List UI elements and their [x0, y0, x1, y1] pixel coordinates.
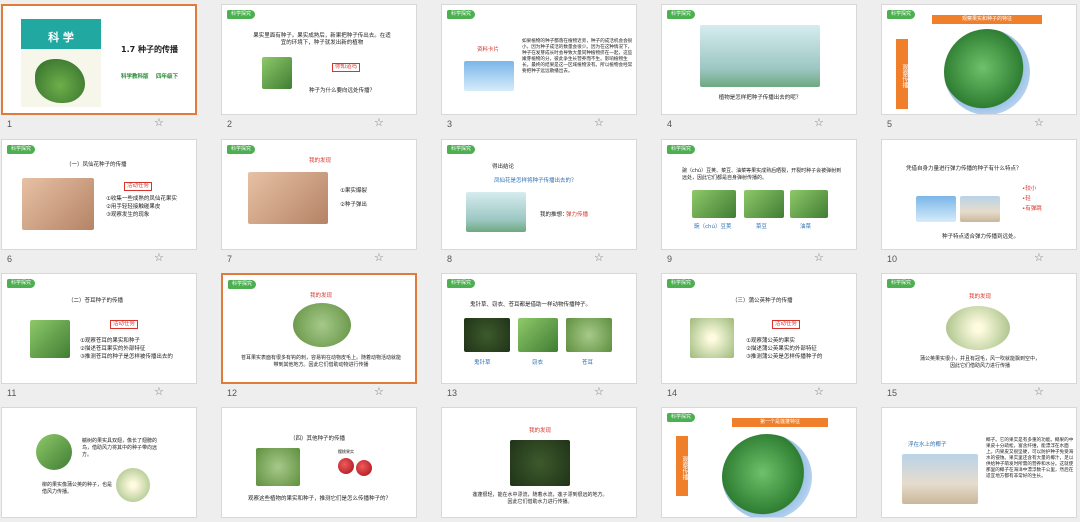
- cocklebur-image-2: [566, 318, 612, 352]
- slide-title: 1.7 种子的传播: [121, 45, 178, 54]
- slide-18[interactable]: 我的发现 莲蓬很轻，能在水中漂流，随着水流，莲子漂到很远的地方。因此它们借助水力…: [441, 407, 637, 518]
- rapeseed-image: [790, 190, 828, 218]
- willow-image: [116, 468, 150, 502]
- slide-12[interactable]: 科学探究 我的发现 苍耳果实表面有很多有钩的刺，容易钩在动物皮毛上。随着动物活动…: [221, 273, 417, 384]
- pea-image: [692, 190, 736, 218]
- lotus-pod-image: [510, 440, 570, 486]
- slide-3[interactable]: 科学探究 资料卡片 如果植物的种子都落在植物近旁，种子的成活机会会很小，因为种子…: [441, 4, 637, 115]
- star-icon[interactable]: ☆: [154, 385, 164, 398]
- dandelion-head-image: [946, 306, 1010, 350]
- star-icon[interactable]: ☆: [814, 251, 824, 264]
- hedge-parsley-image: [518, 318, 558, 352]
- slide-15[interactable]: 科学探究 我的发现 蒲公英果实很小，并且有冠毛，风一吹就能飘到空中，因此它们借助…: [881, 273, 1077, 384]
- seeds-image: [916, 196, 956, 222]
- coconut-image: [902, 454, 978, 504]
- cherry-image: [338, 458, 354, 474]
- bean-image: [744, 190, 784, 218]
- slide-14[interactable]: 科学探究 （三）蒲公英种子的传播 活动任务 ①观察蒲公英的果实 ②描述蒲公英果实…: [661, 273, 857, 384]
- fruit-image: [256, 448, 300, 486]
- section-tag: 科学探究: [227, 10, 256, 19]
- star-icon[interactable]: ☆: [814, 116, 824, 129]
- slide-20[interactable]: 浮在水上的椰子 椰子。它的果实是有多重的功能。椰果的中果皮十分疏松，富含纤维，能…: [881, 407, 1077, 518]
- star-icon[interactable]: ☆: [814, 385, 824, 398]
- slide-7[interactable]: 科学探究 我的发现 ①果实爆裂 ②种子弹出: [221, 139, 417, 250]
- star-icon[interactable]: ☆: [1034, 116, 1044, 129]
- slide-16[interactable]: 槭树的果实具双翅，像长了翅膀的鸟，借助风力将其中的种子带向远方。 柳的果实像蒲公…: [1, 407, 197, 518]
- star-icon[interactable]: ☆: [594, 385, 604, 398]
- slide-10[interactable]: 凭借自身力量进行弹力传播的种子有什么特点？ •较小 •轻 •有弹跳 种子特点适合…: [881, 139, 1077, 250]
- slide-8[interactable]: 科学探究 得出结论 凤仙花是怎样将种子传播出去的？ 我的推想： 弹力传播: [441, 139, 637, 250]
- star-icon[interactable]: ☆: [594, 251, 604, 264]
- slide-1[interactable]: 科 学 1.7 种子的传播 科学教科版 四年级下: [1, 4, 197, 115]
- slide-11[interactable]: 科学探究 （二）苍耳种子的传播 活动任务 ①观察苍耳的果实和种子 ②描述苍耳果实…: [1, 273, 197, 384]
- star-icon[interactable]: ☆: [374, 116, 384, 129]
- cocklebur-image: [30, 320, 70, 358]
- globe-image: [944, 29, 1030, 114]
- finger-image: [22, 178, 94, 230]
- star-icon[interactable]: ☆: [1034, 385, 1044, 398]
- slide-2[interactable]: 科学探究 果实里面有种子。果实成熟后，新果把种子传出去。在适宜的环境下，种子就发…: [221, 4, 417, 115]
- slide-19[interactable]: 科学探究 第一个是莲蓬特征 观察传播: [661, 407, 857, 518]
- plant-image: [35, 59, 85, 103]
- slide-number: 1: [7, 119, 13, 129]
- dandelion-image: [690, 318, 734, 358]
- seeds-in-air-image: [700, 25, 820, 87]
- spiky-fruit-image: [293, 303, 351, 347]
- slide-17[interactable]: （四）其他种子的传播 樱桃果实 观察这些植物的果实和种子，推测它们是怎么传播种子…: [221, 407, 417, 518]
- slide-6[interactable]: 科学探究 （一）凤仙花种子的传播 活动任务 ①收集一些成熟的凤仙花果实 ②用手轻…: [1, 139, 197, 250]
- seed-image: [262, 57, 292, 89]
- cherry-image-2: [356, 460, 372, 476]
- globe-image: [722, 434, 812, 517]
- star-icon[interactable]: ☆: [374, 251, 384, 264]
- maple-image: [36, 434, 72, 470]
- pods-image: [960, 196, 1000, 222]
- star-icon[interactable]: ☆: [1034, 251, 1044, 264]
- slide-5[interactable]: 科学探究 观察果实和种子的特征 观察传播: [881, 4, 1077, 115]
- pod-image: [248, 172, 328, 224]
- slide-4[interactable]: 科学探究 植物是怎样把种子传播出去的呢？: [661, 4, 857, 115]
- slide-9[interactable]: 科学探究 豌（chú）豆荚、菜豆、油菜等果实成熟后晒裂，开裂时种子会被弹射到远处…: [661, 139, 857, 250]
- star-icon[interactable]: ☆: [154, 116, 164, 129]
- star-icon[interactable]: ☆: [594, 116, 604, 129]
- slide-13[interactable]: 科学探究 鬼针草、窃衣、苍耳都是借助一样动物传播种子。 鬼针草 窃衣 苍耳: [441, 273, 637, 384]
- book-cover: 科 学: [21, 19, 101, 107]
- dandelion-image: [464, 61, 514, 91]
- star-icon[interactable]: ☆: [374, 385, 384, 398]
- beggarticks-image: [464, 318, 510, 352]
- star-icon[interactable]: ☆: [154, 251, 164, 264]
- seed-pod-image: [466, 192, 526, 232]
- slide-grid: 科 学 1.7 种子的传播 科学教科版 四年级下 1 ☆ 科学探究 果实里面有种…: [0, 0, 1080, 522]
